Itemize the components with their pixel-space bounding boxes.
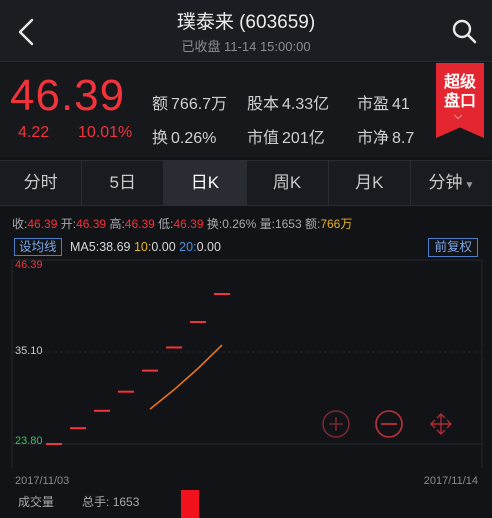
candle	[70, 427, 86, 430]
volume-total-value: 1653	[112, 495, 140, 509]
quote-panel: 46.39 4.22 10.01% 额 766.7万 股本 4.33亿 市盈 41 换…	[0, 63, 492, 157]
chevron-down-icon: ⌵	[454, 110, 463, 122]
low-label: 低:	[158, 217, 174, 231]
stat-pe: 市盈 41	[357, 90, 410, 114]
tab-minute[interactable]: 分钟 ▼	[411, 161, 492, 205]
vol-label: 量:	[259, 217, 275, 231]
ma10-label: 10:	[133, 240, 152, 254]
candle	[214, 293, 230, 295]
ma5-line	[149, 344, 223, 410]
stat-pe-value: 41	[392, 96, 410, 113]
volume-label: 成交量	[18, 495, 55, 509]
amt-value: 766万	[320, 217, 353, 231]
badge-line2: 盘口	[443, 93, 476, 110]
tab-monthly-k[interactable]: 月K	[329, 161, 411, 205]
amt-label: 额:	[304, 217, 321, 231]
close-value: 46.39	[27, 217, 58, 231]
ma5-label: MA5:	[70, 240, 100, 254]
stat-pe-label: 市盈	[357, 96, 390, 113]
tab-daily-k[interactable]: 日K	[164, 161, 247, 205]
ma5-value: 38.69	[99, 240, 131, 254]
volume-total-label: 总手:	[82, 495, 110, 509]
stat-turnover-value: 0.26%	[171, 130, 217, 147]
x-axis-end-date: 2017/11/14	[423, 475, 478, 487]
candles-layer	[46, 293, 230, 445]
kline-chart[interactable]	[0, 258, 492, 486]
open-label: 开:	[60, 217, 77, 231]
stock-title: 璞泰来 (603659)	[176, 12, 316, 33]
open-value: 46.39	[76, 217, 107, 231]
stat-amount: 额 766.7万	[152, 90, 227, 114]
y-axis-mid: 35.10	[15, 345, 43, 357]
stat-pb: 市净 8.7	[357, 124, 414, 148]
super-orderbook-button[interactable]: 超级 盘口 ⌵	[436, 63, 484, 138]
top-bar: 璞泰来 (603659) 已收盘 11-14 15:00:00	[0, 0, 492, 62]
stat-amount-label: 额	[152, 96, 169, 113]
ma10-value: 0.00	[151, 240, 176, 254]
x-axis-start-date: 2017/11/03	[15, 475, 70, 487]
forward-adjust-button[interactable]: 前复权	[428, 238, 478, 257]
candle	[94, 409, 110, 412]
price-change-percent: 10.01%	[78, 124, 133, 141]
vol-value: 1653	[274, 217, 302, 231]
search-icon[interactable]	[450, 17, 478, 45]
ohlc-info-row: 收:46.39 开:46.39 高:46.39 低:46.39 换:0.26% …	[12, 215, 352, 232]
current-price: 46.39	[10, 71, 126, 120]
stat-share-value: 4.33亿	[282, 96, 330, 113]
volume-panel: 成交量 总手: 1653	[0, 490, 492, 518]
y-axis-max: 46.39	[15, 259, 43, 271]
market-status: 已收盘 11-14 15:00:00	[181, 39, 311, 54]
stat-pb-value: 8.7	[392, 130, 415, 147]
stat-share-label: 股本	[247, 96, 280, 113]
volume-total: 总手: 1653	[82, 493, 139, 510]
zoom-out-button[interactable]	[375, 410, 403, 438]
zoom-in-button[interactable]	[322, 410, 350, 438]
volume-bar	[181, 490, 199, 518]
set-ma-button[interactable]: 设均线	[14, 238, 62, 256]
stat-share: 股本 4.33亿	[247, 90, 329, 114]
period-tabs: 分时 5日 日K 周K 月K 分钟 ▼	[0, 160, 492, 206]
stat-turnover-label: 换	[152, 130, 169, 147]
candle	[190, 321, 206, 324]
tab-minute-label: 分钟	[428, 173, 463, 192]
turn-value: 0.26%	[222, 217, 257, 231]
tab-weekly-k[interactable]: 周K	[247, 161, 329, 205]
ma20-label: 20:	[179, 240, 197, 254]
high-value: 46.39	[124, 217, 155, 231]
ma-row: 设均线 MA5:38.69 10:0.00 20:0.00	[14, 238, 221, 256]
stat-pb-label: 市净	[357, 130, 390, 147]
turn-label: 换:	[206, 217, 223, 231]
stat-mcap: 市值 201亿	[247, 124, 325, 148]
stat-mcap-label: 市值	[247, 130, 280, 147]
stat-turnover: 换 0.26%	[152, 124, 216, 148]
candle	[166, 346, 182, 349]
price-change: 4.22	[18, 124, 50, 141]
fullscreen-icon[interactable]	[430, 413, 452, 435]
stat-mcap-value: 201亿	[282, 130, 325, 147]
candle	[46, 443, 62, 445]
candle	[118, 390, 134, 393]
close-label: 收:	[12, 217, 28, 231]
y-axis-min: 23.80	[15, 435, 43, 447]
chart-grid	[11, 259, 483, 468]
candle	[142, 369, 158, 372]
dropdown-caret-icon: ▼	[464, 180, 475, 191]
tab-5day[interactable]: 5日	[82, 161, 165, 205]
low-value: 46.39	[173, 217, 204, 231]
tab-intraday[interactable]: 分时	[0, 161, 83, 205]
high-label: 高:	[109, 217, 125, 231]
stat-amount-value: 766.7万	[171, 96, 228, 113]
ma20-value: 0.00	[196, 240, 221, 254]
